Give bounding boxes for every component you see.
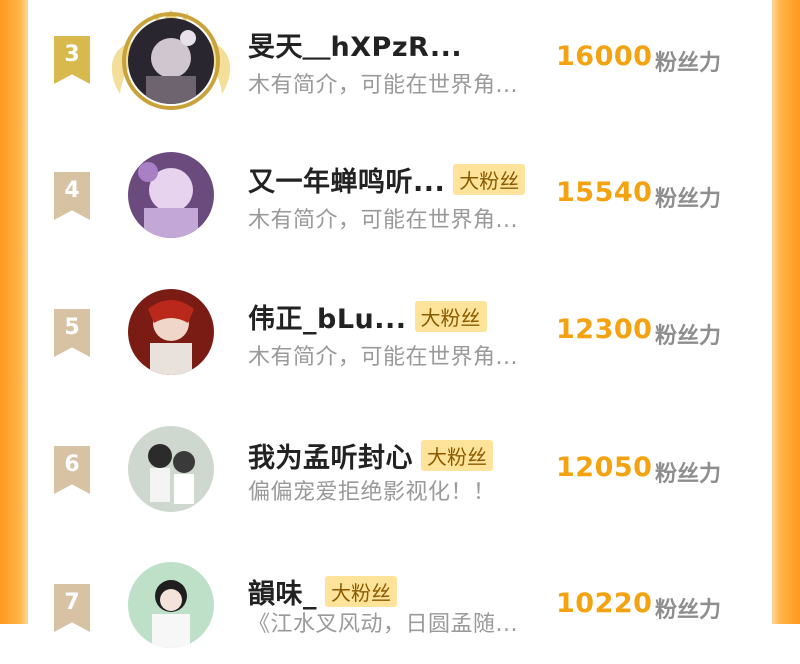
left-orange-border [0,0,28,624]
user-name[interactable]: 旻天＿hXPzR... [248,25,462,64]
avatar[interactable] [128,426,214,512]
user-bio: 木有简介，可能在世界角... [248,208,518,233]
fan-power-unit: 粉丝力 [655,51,722,76]
fan-power-unit: 粉丝力 [655,187,722,212]
user-name[interactable]: 又一年蝉鸣听... [248,160,445,199]
user-bio: 《江水叉风动，日圆孟随... [248,612,518,637]
fan-power-unit: 粉丝力 [655,598,722,623]
rank-ribbon: 4 [54,172,90,220]
user-name[interactable]: 伟正_bLu... [248,297,407,336]
rank-ribbon: 6 [54,446,90,494]
fan-ranking-list: 3 旻天＿hXPzR... 木有简介，可能在世界角... 16000 粉丝力 4 [28,0,772,648]
user-name[interactable]: 我为孟听封心 [248,436,413,475]
user-bio: 偏偏宠爱拒绝影视化！！ [248,480,496,505]
rank-number: 5 [64,315,80,340]
rank-ribbon: 7 [54,584,90,632]
big-fan-badge: 大粉丝 [414,301,487,332]
avatar[interactable] [111,10,231,110]
user-bio: 木有简介，可能在世界角... [248,73,518,98]
fan-power-unit: 粉丝力 [655,324,722,349]
big-fan-badge: 大粉丝 [325,576,397,607]
fan-power-score: 16000 [556,41,653,72]
avatar[interactable] [128,289,214,375]
big-fan-badge: 大粉丝 [453,164,526,195]
list-item[interactable]: 7 韻味_ 大粉丝 《江水叉风动，日圆孟随... 10220 粉丝力 [28,544,772,664]
big-fan-badge: 大粉丝 [421,440,493,471]
rank-ribbon: 5 [54,309,90,357]
list-item[interactable]: 5 伟正_bLu... 大粉丝 木有简介，可能在世界角... 12300 粉丝力 [28,273,772,393]
gold-ring [122,12,220,110]
fan-power-score: 12300 [556,314,653,345]
rank-number: 3 [64,42,80,67]
fan-power-score: 15540 [556,177,653,208]
right-orange-border [772,0,800,624]
list-item[interactable]: 3 旻天＿hXPzR... 木有简介，可能在世界角... 16000 粉丝力 [28,0,772,110]
avatar[interactable] [128,562,214,648]
list-item[interactable]: 4 又一年蝉鸣听... 大粉丝 木有简介，可能在世界角... 15540 粉丝力 [28,136,772,256]
avatar[interactable] [128,152,214,238]
fan-power-score: 10220 [556,588,653,619]
rank-number: 6 [64,452,80,477]
list-item[interactable]: 6 我为孟听封心 大粉丝 偏偏宠爱拒绝影视化！！ 12050 粉丝力 [28,408,772,528]
rank-number: 4 [64,178,80,203]
user-bio: 木有简介，可能在世界角... [248,345,518,370]
rank-ribbon: 3 [54,36,90,84]
rank-number: 7 [64,590,80,615]
fan-power-score: 12050 [556,452,653,483]
fan-power-unit: 粉丝力 [655,462,722,487]
